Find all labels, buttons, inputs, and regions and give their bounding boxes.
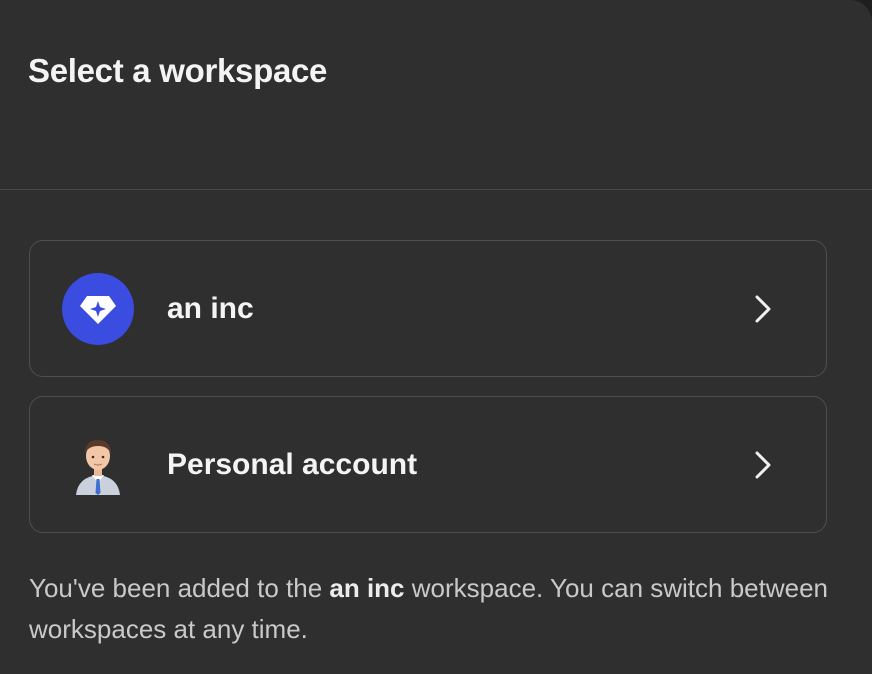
chevron-right-icon: [755, 451, 771, 478]
workspace-select-panel: Select a workspace an inc Personal accou…: [0, 0, 872, 674]
header-divider: [0, 189, 872, 190]
notice-prefix: You've been added to the: [29, 573, 330, 603]
notice-workspace-name: an inc: [329, 573, 405, 603]
workspace-option-label: an inc: [167, 291, 254, 325]
workspace-added-notice: You've been added to the an inc workspac…: [29, 568, 829, 650]
workspace-option-personal[interactable]: Personal account: [29, 396, 827, 533]
workspace-option-an-inc[interactable]: an inc: [29, 240, 827, 377]
page-title: Select a workspace: [28, 52, 328, 89]
workspace-option-label: Personal account: [167, 447, 418, 481]
chevron-right-icon: [755, 295, 771, 322]
gem-icon: [62, 273, 134, 345]
person-avatar-icon: [62, 429, 134, 501]
